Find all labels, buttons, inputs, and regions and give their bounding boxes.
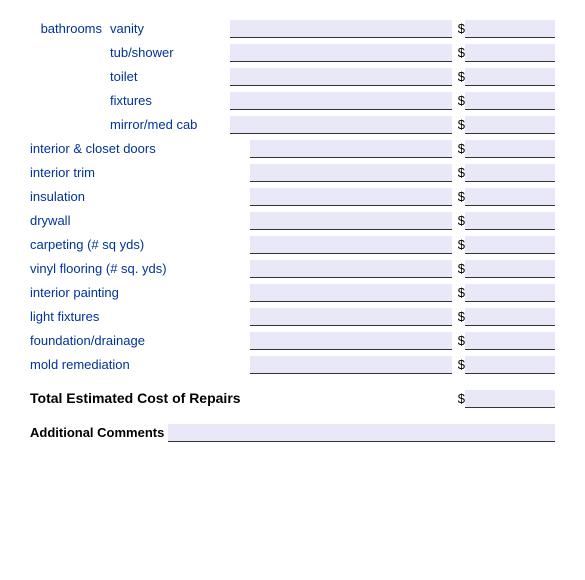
row-foundation-drainage: foundation/drainage $ [30, 332, 555, 350]
mold-remediation-dollar: $ [458, 357, 465, 374]
mirror-amount[interactable] [465, 116, 555, 134]
mirror-label: mirror/med cab [110, 117, 230, 134]
mold-remediation-label: mold remediation [30, 357, 250, 374]
bathrooms-label: bathrooms [30, 21, 110, 38]
total-label: Total Estimated Cost of Repairs [30, 390, 452, 408]
total-amount[interactable] [465, 390, 555, 408]
total-dollar: $ [458, 391, 465, 408]
interior-closet-doors-label: interior & closet doors [30, 141, 250, 158]
interior-painting-input[interactable] [250, 284, 452, 302]
interior-closet-doors-input[interactable] [250, 140, 452, 158]
interior-painting-amount[interactable] [465, 284, 555, 302]
carpeting-input[interactable] [250, 236, 452, 254]
vanity-label: vanity [110, 21, 230, 38]
row-interior-closet-doors: interior & closet doors $ [30, 140, 555, 158]
row-tubshower: tub/shower $ [30, 44, 555, 62]
mirror-dollar: $ [458, 117, 465, 134]
foundation-drainage-amount[interactable] [465, 332, 555, 350]
row-toilet: toilet $ [30, 68, 555, 86]
carpeting-amount[interactable] [465, 236, 555, 254]
row-fixtures-bath: fixtures $ [30, 92, 555, 110]
tubshower-input[interactable] [230, 44, 452, 62]
mirror-input[interactable] [230, 116, 452, 134]
comments-label: Additional Comments [30, 425, 164, 442]
fixtures-bath-dollar: $ [458, 93, 465, 110]
carpeting-label: carpeting (# sq yds) [30, 237, 250, 254]
fixtures-bath-input[interactable] [230, 92, 452, 110]
toilet-dollar: $ [458, 69, 465, 86]
light-fixtures-amount[interactable] [465, 308, 555, 326]
row-interior-trim: interior trim $ [30, 164, 555, 182]
toilet-label: toilet [110, 69, 230, 86]
fixtures-bath-label: fixtures [110, 93, 230, 110]
total-row: Total Estimated Cost of Repairs $ [30, 390, 555, 408]
tubshower-label: tub/shower [110, 45, 230, 62]
row-mold-remediation: mold remediation $ [30, 356, 555, 374]
vinyl-flooring-amount[interactable] [465, 260, 555, 278]
interior-painting-dollar: $ [458, 285, 465, 302]
comments-input[interactable] [168, 424, 555, 442]
row-vinyl-flooring: vinyl flooring (# sq. yds) $ [30, 260, 555, 278]
interior-trim-amount[interactable] [465, 164, 555, 182]
drywall-dollar: $ [458, 213, 465, 230]
vanity-dollar: $ [458, 21, 465, 38]
drywall-label: drywall [30, 213, 250, 230]
foundation-drainage-dollar: $ [458, 333, 465, 350]
insulation-amount[interactable] [465, 188, 555, 206]
row-interior-painting: interior painting $ [30, 284, 555, 302]
insulation-dollar: $ [458, 189, 465, 206]
foundation-drainage-label: foundation/drainage [30, 333, 250, 350]
row-insulation: insulation $ [30, 188, 555, 206]
light-fixtures-input[interactable] [250, 308, 452, 326]
mold-remediation-amount[interactable] [465, 356, 555, 374]
toilet-input[interactable] [230, 68, 452, 86]
carpeting-dollar: $ [458, 237, 465, 254]
insulation-label: insulation [30, 189, 250, 206]
interior-painting-label: interior painting [30, 285, 250, 302]
drywall-input[interactable] [250, 212, 452, 230]
interior-trim-label: interior trim [30, 165, 250, 182]
mold-remediation-input[interactable] [250, 356, 452, 374]
interior-closet-doors-dollar: $ [458, 141, 465, 158]
insulation-input[interactable] [250, 188, 452, 206]
interior-closet-doors-amount[interactable] [465, 140, 555, 158]
light-fixtures-label: light fixtures [30, 309, 250, 326]
row-light-fixtures: light fixtures $ [30, 308, 555, 326]
form-page: bathrooms vanity $ tub/shower $ toilet $… [0, 0, 585, 580]
vanity-input[interactable] [230, 20, 452, 38]
comments-row: Additional Comments [30, 424, 555, 442]
foundation-drainage-input[interactable] [250, 332, 452, 350]
row-mirror: mirror/med cab $ [30, 116, 555, 134]
vanity-amount[interactable] [465, 20, 555, 38]
fixtures-bath-amount[interactable] [465, 92, 555, 110]
vinyl-flooring-dollar: $ [458, 261, 465, 278]
row-carpeting: carpeting (# sq yds) $ [30, 236, 555, 254]
bathrooms-section: bathrooms vanity $ tub/shower $ toilet $… [30, 20, 555, 134]
toilet-amount[interactable] [465, 68, 555, 86]
tubshower-dollar: $ [458, 45, 465, 62]
drywall-amount[interactable] [465, 212, 555, 230]
vinyl-flooring-label: vinyl flooring (# sq. yds) [30, 261, 250, 278]
main-items-section: interior & closet doors $ interior trim … [30, 140, 555, 374]
vinyl-flooring-input[interactable] [250, 260, 452, 278]
row-drywall: drywall $ [30, 212, 555, 230]
tubshower-amount[interactable] [465, 44, 555, 62]
interior-trim-dollar: $ [458, 165, 465, 182]
interior-trim-input[interactable] [250, 164, 452, 182]
row-vanity: bathrooms vanity $ [30, 20, 555, 38]
light-fixtures-dollar: $ [458, 309, 465, 326]
